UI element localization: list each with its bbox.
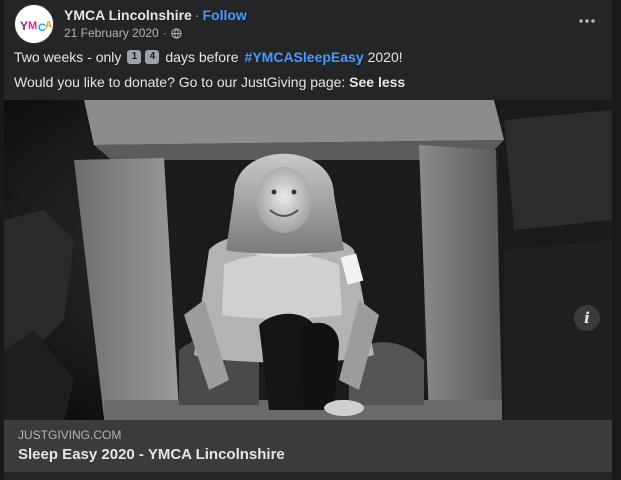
ymca-logo-icon: Y M C A [16,6,53,43]
date-separator: · [162,26,167,40]
svg-text:M: M [28,20,37,32]
post-text-line-2: Would you like to donate? Go to our Just… [14,73,602,91]
sleep-out-photo [4,100,612,420]
post-photo[interactable] [4,100,612,420]
page-name-link[interactable]: YMCA Lincolnshire [64,7,192,23]
post-text-part3: 2020! [367,49,403,65]
post-text-part1: Two weeks - only [14,49,122,65]
avatar[interactable]: Y M C A [14,4,54,44]
svg-text:A: A [45,20,52,31]
post-text-part2: days before [165,49,239,65]
post-card: Y M C A YMCA Lincolnshire · Follow 21 Febr… [4,0,612,480]
globe-icon[interactable] [171,27,182,39]
see-less-link[interactable]: See less [349,74,405,90]
ellipsis-icon [579,19,595,23]
post-header: Y M C A YMCA Lincolnshire · Follow 21 Febr… [14,4,602,44]
name-row: YMCA Lincolnshire · Follow [64,7,247,23]
name-separator: · [194,7,200,23]
info-icon[interactable]: i [574,305,600,331]
post-meta: 21 February 2020 · [64,26,182,40]
post-text-line-1: Two weeks - only 14 days before #YMCASle… [14,48,602,66]
link-domain: JUSTGIVING.COM [18,428,122,442]
follow-button[interactable]: Follow [203,7,247,23]
post-date-link[interactable]: 21 February 2020 [64,26,159,40]
post-text-line2-text: Would you like to donate? Go to our Just… [14,74,346,90]
keycap-four-emoji: 4 [145,50,160,64]
post-body: Two weeks - only 14 days before #YMCASle… [14,48,602,91]
hashtag-link[interactable]: #YMCASleepEasy [245,48,364,66]
link-title[interactable]: Sleep Easy 2020 - YMCA Lincolnshire [18,446,285,463]
svg-text:Y: Y [20,19,28,33]
keycap-one-emoji: 1 [127,50,142,64]
link-preview[interactable]: JUSTGIVING.COM Sleep Easy 2020 - YMCA Li… [4,420,612,472]
more-options-button[interactable] [572,6,602,36]
